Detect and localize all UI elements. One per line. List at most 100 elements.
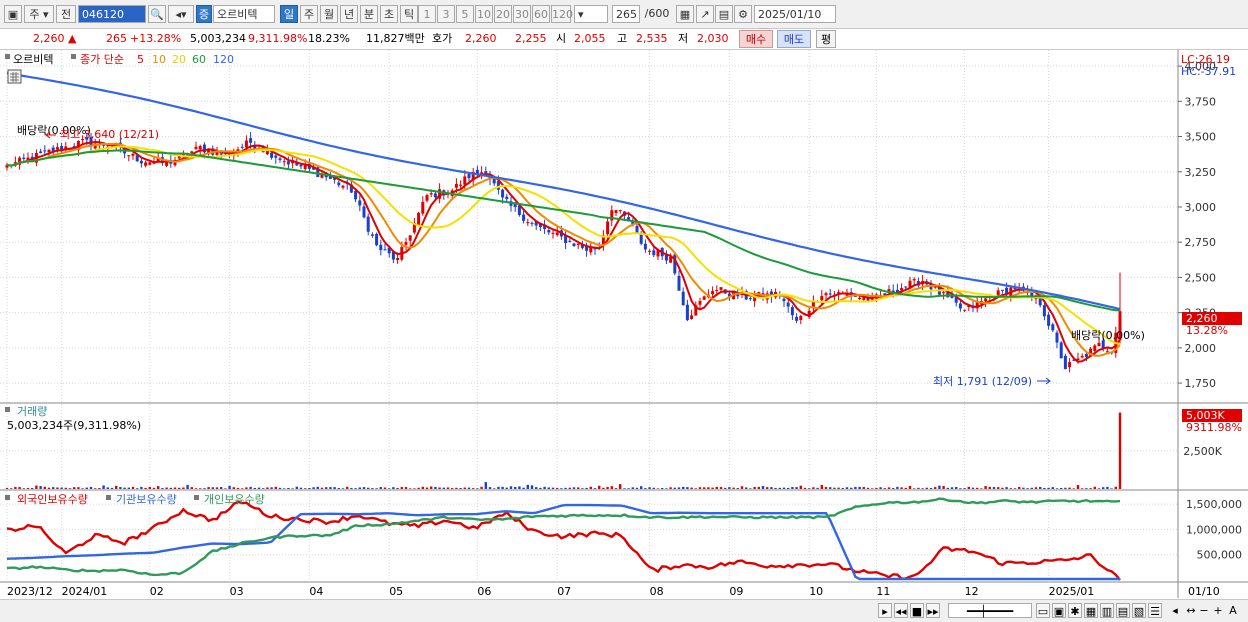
scroll-right-icon[interactable]: ▸ xyxy=(878,603,892,618)
candle-body xyxy=(702,296,706,300)
fast-forward-icon[interactable]: ▸▸ xyxy=(926,603,940,618)
candle-body xyxy=(337,182,341,186)
volume-bar xyxy=(341,488,345,489)
grid-icon[interactable]: ▦ xyxy=(676,5,694,23)
zoom-out-icon[interactable]: − xyxy=(1198,603,1210,618)
market-select[interactable]: 주 ▾ xyxy=(24,5,54,23)
ma10-legend: 10 xyxy=(152,53,166,66)
period-second-tab[interactable]: 초 xyxy=(380,5,398,23)
candle-body xyxy=(1093,345,1097,351)
interval-60-button[interactable]: 60 xyxy=(532,5,550,23)
holdings-tick-label: 1,500,000 xyxy=(1186,498,1242,511)
window-icon[interactable]: ▣ xyxy=(1052,603,1066,618)
sound-icon[interactable]: ◂▾ xyxy=(168,5,194,23)
volume-bar xyxy=(1118,412,1122,489)
volume-bar xyxy=(476,488,479,489)
candle-body xyxy=(429,193,433,195)
pan-icon[interactable]: ↔ xyxy=(1184,603,1198,618)
candle-body xyxy=(677,275,681,291)
candle-body xyxy=(912,279,916,281)
stop-icon[interactable]: ■ xyxy=(910,603,924,618)
volume-bar xyxy=(904,487,907,489)
volume-bar xyxy=(690,487,693,489)
volume-bar xyxy=(997,487,1000,489)
volume-bar xyxy=(190,487,193,489)
count-input[interactable]: 265 xyxy=(612,5,640,23)
interval-120-button[interactable]: 120 xyxy=(551,5,573,23)
period-month-tab[interactable]: 월 xyxy=(320,5,338,23)
rewind-icon[interactable]: ◂◂ xyxy=(894,603,908,618)
gear-icon[interactable]: ✱ xyxy=(1068,603,1082,618)
count-max-label: /600 xyxy=(644,7,670,20)
volume-bar xyxy=(623,488,626,489)
volume-bar xyxy=(1055,488,1059,489)
draw-tool-icon[interactable]: ↗ xyxy=(696,5,714,23)
volume-bar xyxy=(799,485,802,489)
code-input[interactable]: 046120 xyxy=(78,5,146,23)
candle-body xyxy=(383,249,387,251)
period-day-tab[interactable]: 일 xyxy=(280,5,298,23)
volume-bar xyxy=(270,487,273,489)
volume-bar xyxy=(602,487,605,489)
candle-body xyxy=(501,189,505,198)
window-menu-icon[interactable]: ▣ xyxy=(4,5,22,23)
high-price: 2,535 xyxy=(636,32,668,45)
individual-legend: 개인보유수량 xyxy=(204,493,265,506)
interval-1-button[interactable]: 1 xyxy=(418,5,436,23)
volume-bar xyxy=(984,486,987,489)
interval-30-button[interactable]: 30 xyxy=(513,5,531,23)
volume-bar xyxy=(110,487,114,489)
search-icon[interactable]: 🔍 xyxy=(148,5,166,23)
zoom-in-icon[interactable]: + xyxy=(1212,603,1224,618)
volume-bar xyxy=(396,488,399,489)
volume-bar xyxy=(463,487,466,489)
candle-body xyxy=(240,146,244,148)
period-year-tab[interactable]: 년 xyxy=(340,5,358,23)
period-minute-tab[interactable]: 분 xyxy=(360,5,378,23)
candle-body xyxy=(219,153,223,155)
sell-button[interactable]: 매도 xyxy=(777,30,811,48)
candle-body xyxy=(278,158,282,161)
interval-3-button[interactable]: 3 xyxy=(437,5,455,23)
volume-bar xyxy=(73,487,76,489)
candle-body xyxy=(421,201,425,214)
volume-bar xyxy=(896,486,899,489)
compare-icon[interactable]: ▤ xyxy=(1116,603,1130,618)
period-tick-tab[interactable]: 틱 xyxy=(400,5,418,23)
scroll-left-icon[interactable]: ◂ xyxy=(1168,603,1182,618)
volume-bar xyxy=(514,486,517,489)
list-icon[interactable]: ☰ xyxy=(1148,603,1162,618)
stock-chart[interactable]: 4,0003,7503,5003,2503,0002,7502,5002,250… xyxy=(0,50,1248,598)
candle-body xyxy=(748,298,752,300)
volume-bar xyxy=(841,487,844,489)
auto-scale-icon[interactable]: A xyxy=(1226,603,1240,618)
volume-bar xyxy=(518,486,521,489)
candle-body xyxy=(1042,305,1046,317)
chart-type-icon[interactable]: ▥ xyxy=(1100,603,1114,618)
date-input[interactable]: 2025/01/10 ▦ xyxy=(754,5,836,39)
table-icon[interactable]: ▦ xyxy=(1084,603,1098,618)
prev-button[interactable]: 전 xyxy=(56,5,76,23)
settings-icon[interactable]: ⚙ xyxy=(734,5,752,23)
buy-button[interactable]: 매수 xyxy=(739,30,773,48)
candle-body xyxy=(22,157,26,159)
avg-button[interactable]: 평 xyxy=(816,30,836,48)
print-icon[interactable]: ▧ xyxy=(1132,603,1146,618)
volume-bar xyxy=(1034,487,1038,489)
save-icon[interactable]: ▤ xyxy=(715,5,733,23)
interval-5-button[interactable]: 5 xyxy=(456,5,474,23)
volume-bar xyxy=(409,488,412,489)
stock-name-field[interactable]: 오르비텍 xyxy=(213,5,275,23)
interval-10-button[interactable]: 10 xyxy=(475,5,493,23)
volume-bar xyxy=(589,486,592,489)
interval-20-button[interactable]: 20 xyxy=(494,5,512,23)
candle-body xyxy=(127,155,131,157)
volume-bar xyxy=(350,487,353,489)
zoom-slider[interactable]: ━━┿━━━━ xyxy=(948,603,1032,618)
period-week-tab[interactable]: 주 xyxy=(300,5,318,23)
volume-bar xyxy=(782,487,786,489)
volume-bar xyxy=(900,487,903,489)
interval-custom-input[interactable]: ▾ xyxy=(574,5,608,23)
layout-icon[interactable]: ▭ xyxy=(1036,603,1050,618)
calendar-toggle-icon[interactable] xyxy=(7,69,22,84)
